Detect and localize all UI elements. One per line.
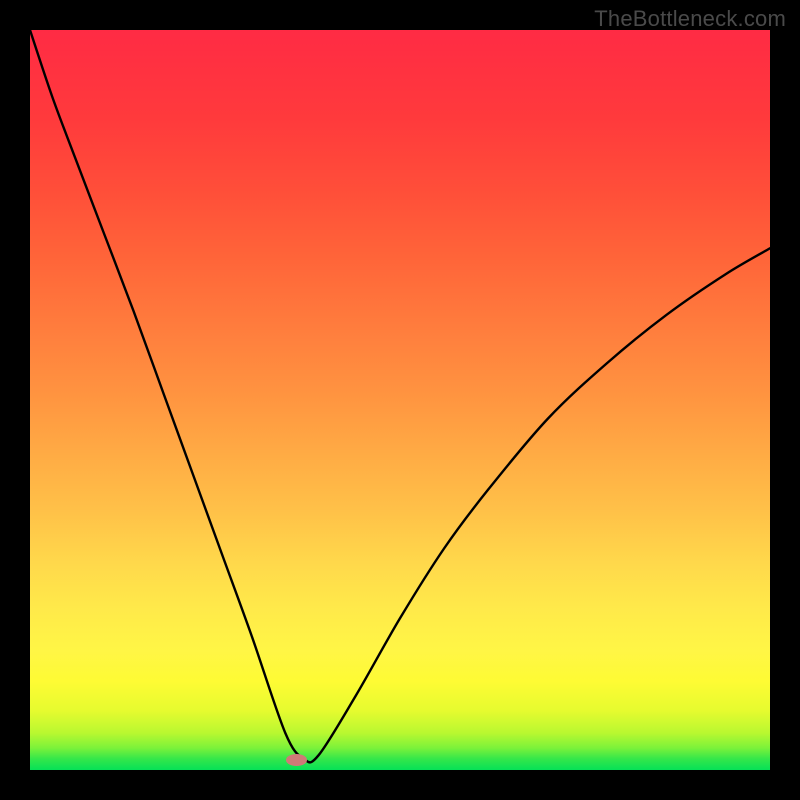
bottleneck-curve [30,30,770,770]
chart-frame: TheBottleneck.com [0,0,800,800]
plot-area [30,30,770,770]
watermark-text: TheBottleneck.com [594,6,786,32]
